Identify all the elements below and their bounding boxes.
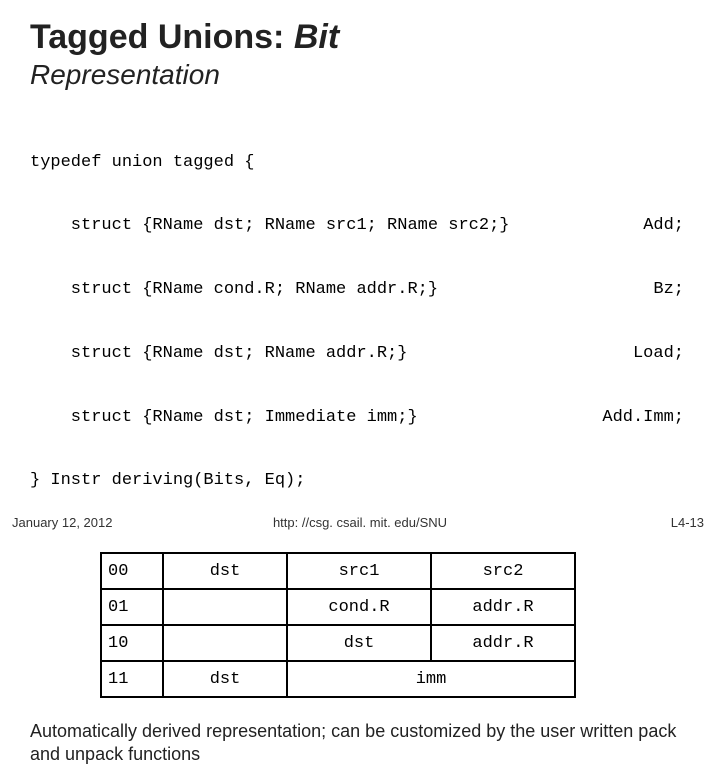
field-cell: src2 <box>431 553 575 589</box>
field-cell <box>163 625 287 661</box>
tag-cell: 00 <box>101 553 163 589</box>
code-line: struct {RName cond.R; RName addr.R;}Bz; <box>30 279 690 300</box>
table-row: 01 cond.R addr.R <box>101 589 575 625</box>
tag-cell: 01 <box>101 589 163 625</box>
table-row: 10 dst addr.R <box>101 625 575 661</box>
footer-page: L4-13 <box>671 515 704 530</box>
slide: Tagged Unions: Bit Representation typede… <box>0 0 720 540</box>
title-main: Tagged Unions: <box>30 18 284 56</box>
field-cell: addr.R <box>431 625 575 661</box>
field-cell: imm <box>287 661 575 697</box>
code-line: struct {RName dst; RName addr.R;}Load; <box>30 343 690 364</box>
field-cell: cond.R <box>287 589 431 625</box>
field-cell: dst <box>287 625 431 661</box>
bit-layout-table: 00 dst src1 src2 01 cond.R addr.R 10 dst… <box>100 552 576 698</box>
code-line: typedef union tagged { <box>30 152 690 173</box>
code-line: } Instr deriving(Bits, Eq); <box>30 470 690 491</box>
field-cell: addr.R <box>431 589 575 625</box>
caption-text: Automatically derived representation; ca… <box>30 720 690 765</box>
table-row: 11 dst imm <box>101 661 575 697</box>
table-row: 00 dst src1 src2 <box>101 553 575 589</box>
slide-subtitle: Representation <box>30 59 690 91</box>
field-cell: dst <box>163 661 287 697</box>
code-line: struct {RName dst; RName src1; RName src… <box>30 215 690 236</box>
slide-title: Tagged Unions: Bit <box>30 18 690 57</box>
tag-cell: 11 <box>101 661 163 697</box>
title-tail: Bit <box>294 18 339 56</box>
footer-url: http: //csg. csail. mit. edu/SNU <box>0 515 720 530</box>
code-block: typedef union tagged { struct {RName dst… <box>30 109 690 534</box>
code-line: struct {RName dst; Immediate imm;}Add.Im… <box>30 407 690 428</box>
field-cell <box>163 589 287 625</box>
field-cell: dst <box>163 553 287 589</box>
tag-cell: 10 <box>101 625 163 661</box>
field-cell: src1 <box>287 553 431 589</box>
